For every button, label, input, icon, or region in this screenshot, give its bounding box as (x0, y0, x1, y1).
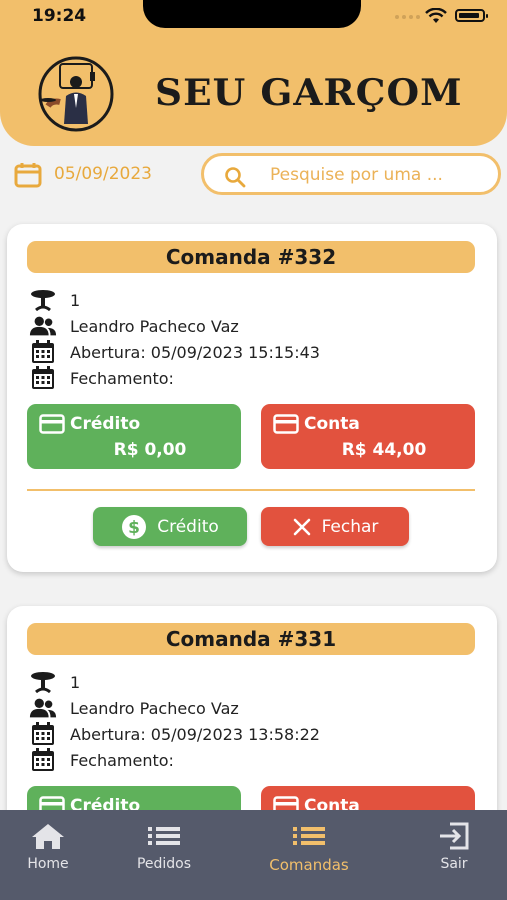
close-icon (293, 518, 310, 535)
comanda-card: Comanda #332 1 Leandro Pacheco Vaz Abert… (7, 224, 497, 572)
mesa-row: 1 (29, 670, 80, 694)
conta-summary: Conta R$ 44,00 (261, 404, 475, 469)
brand-title: SEU GARÇOM (155, 72, 463, 114)
calendar-icon (32, 366, 54, 389)
list-icon (148, 827, 180, 845)
bottom-tab-bar: Home Pedidos Comandas Sair (0, 810, 507, 900)
list-icon (293, 827, 325, 845)
table-icon (31, 290, 55, 311)
tab-sair[interactable]: Sair (430, 810, 478, 900)
cliente-row: Leandro Pacheco Vaz (29, 696, 239, 720)
cliente-name: Leandro Pacheco Vaz (70, 698, 239, 718)
dollar-icon: $ (122, 514, 147, 539)
status-time: 19:24 (32, 6, 87, 26)
fechamento-row: Fechamento: (29, 748, 174, 772)
credito-label: Crédito (70, 414, 141, 434)
date-filter[interactable]: 05/09/2023 (54, 164, 152, 184)
abertura-text: Abertura: 05/09/2023 13:58:22 (70, 724, 320, 744)
mesa-number: 1 (70, 672, 81, 692)
home-icon (32, 824, 64, 849)
tab-home-label: Home (27, 856, 69, 872)
tab-comandas[interactable]: Comandas (258, 810, 360, 900)
wifi-icon (425, 8, 447, 23)
tab-sair-label: Sair (440, 856, 468, 872)
abertura-text: Abertura: 05/09/2023 15:15:43 (70, 342, 320, 362)
svg-text:$: $ (128, 518, 140, 538)
cliente-name: Leandro Pacheco Vaz (70, 316, 239, 336)
abertura-row: Abertura: 05/09/2023 15:15:43 (29, 340, 320, 364)
battery-icon (455, 9, 488, 22)
table-icon (31, 672, 55, 693)
credit-card-icon (273, 414, 299, 434)
abertura-row: Abertura: 05/09/2023 13:58:22 (29, 722, 320, 746)
calendar-icon (32, 722, 54, 745)
fechamento-text: Fechamento: (70, 750, 174, 770)
fechar-button[interactable]: Fechar (261, 507, 409, 546)
credit-card-icon (39, 414, 65, 434)
mesa-number: 1 (70, 290, 81, 310)
device-notch (143, 0, 361, 28)
credito-value: R$ 0,00 (113, 440, 187, 460)
calendar-icon[interactable] (14, 162, 42, 188)
tab-comandas-label: Comandas (269, 856, 349, 874)
users-icon (29, 698, 57, 718)
search-icon (225, 167, 246, 188)
filter-bar: 05/09/2023 (0, 152, 507, 198)
comanda-title: Comanda #332 (27, 241, 475, 273)
tab-home[interactable]: Home (15, 810, 81, 900)
conta-label: Conta (304, 414, 360, 434)
credito-summary: Crédito R$ 0,00 (27, 404, 241, 469)
fechamento-text: Fechamento: (70, 368, 174, 388)
status-bar: 19:24 (0, 0, 507, 34)
comanda-title: Comanda #331 (27, 623, 475, 655)
cliente-row: Leandro Pacheco Vaz (29, 314, 239, 338)
divider (27, 489, 475, 491)
exit-icon (440, 822, 469, 850)
conta-value: R$ 44,00 (341, 440, 427, 460)
users-icon (29, 316, 57, 336)
signal-icon (395, 15, 420, 19)
fechar-button-label: Fechar (321, 516, 379, 537)
search-box[interactable] (201, 153, 501, 195)
calendar-icon (32, 748, 54, 771)
fechamento-row: Fechamento: (29, 366, 174, 390)
search-input[interactable] (268, 162, 497, 188)
credito-button-label: Crédito (157, 516, 219, 537)
tab-pedidos[interactable]: Pedidos (128, 810, 200, 900)
calendar-icon (32, 340, 54, 363)
mesa-row: 1 (29, 288, 80, 312)
credito-button[interactable]: $ Crédito (93, 507, 247, 546)
tab-pedidos-label: Pedidos (136, 856, 192, 872)
waiter-logo-icon (38, 56, 114, 132)
